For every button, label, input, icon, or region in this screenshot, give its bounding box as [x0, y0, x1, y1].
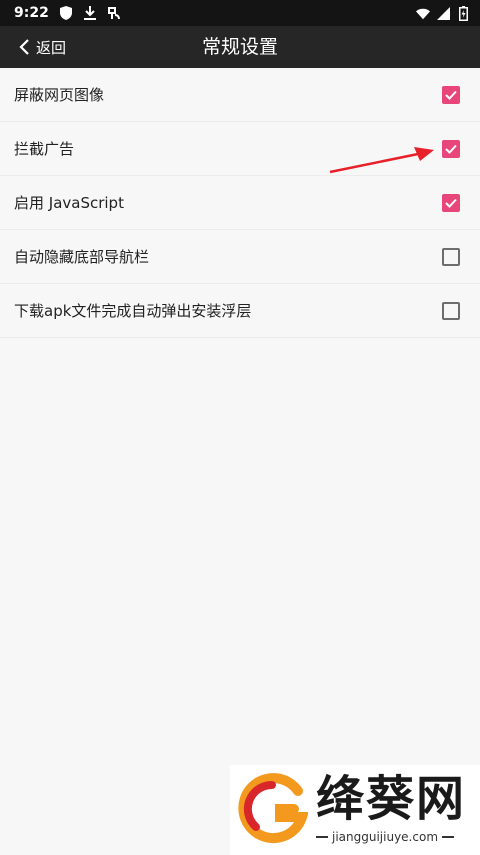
status-time: 9:22 — [14, 5, 49, 21]
checkbox[interactable] — [442, 85, 460, 104]
chevron-left-icon — [16, 37, 34, 57]
watermark: 绛葵网 jiangguijiuye.com — [230, 765, 480, 855]
back-button[interactable]: 返回 — [16, 26, 66, 68]
divider — [316, 836, 328, 838]
setting-auto-hide-nav[interactable]: 自动隐藏底部导航栏 — [0, 230, 480, 284]
setting-label: 自动隐藏底部导航栏 — [14, 248, 150, 266]
setting-label: 拦截广告 — [14, 140, 75, 158]
nav-bar: 返回 常规设置 — [0, 26, 480, 68]
setting-label: 屏蔽网页图像 — [14, 86, 105, 104]
setting-apk-install-popup[interactable]: 下载apk文件完成自动弹出安装浮层 — [0, 284, 480, 338]
settings-list: 屏蔽网页图像 拦截广告 启用 JavaScript 自动隐藏底部导航栏 下载ap… — [0, 68, 480, 338]
watermark-url-text: jiangguijiuye.com — [332, 830, 439, 844]
watermark-name: 绛葵网 — [316, 771, 467, 827]
setting-label: 下载apk文件完成自动弹出安装浮层 — [14, 302, 252, 320]
check-icon — [445, 90, 457, 100]
setting-block-ads[interactable]: 拦截广告 — [0, 122, 480, 176]
setting-label: 启用 JavaScript — [14, 194, 124, 212]
watermark-logo-icon — [238, 773, 308, 844]
divider — [442, 836, 455, 838]
signal-icon — [436, 6, 450, 20]
checkbox[interactable] — [442, 139, 460, 158]
battery-icon — [456, 5, 470, 21]
wifi-icon — [416, 6, 430, 20]
checkbox[interactable] — [442, 301, 460, 320]
page-title: 常规设置 — [201, 36, 278, 58]
check-icon — [445, 144, 457, 154]
shield-icon — [59, 6, 73, 20]
status-bar: 9:22 — [0, 0, 480, 26]
setting-block-images[interactable]: 屏蔽网页图像 — [0, 68, 480, 122]
checkbox[interactable] — [442, 193, 460, 212]
checkbox[interactable] — [442, 247, 460, 266]
app-icon — [107, 6, 121, 20]
back-label: 返回 — [36, 38, 67, 57]
setting-enable-javascript[interactable]: 启用 JavaScript — [0, 176, 480, 230]
download-icon — [83, 6, 97, 20]
check-icon — [445, 198, 457, 208]
watermark-url: jiangguijiuye.com — [316, 830, 455, 844]
